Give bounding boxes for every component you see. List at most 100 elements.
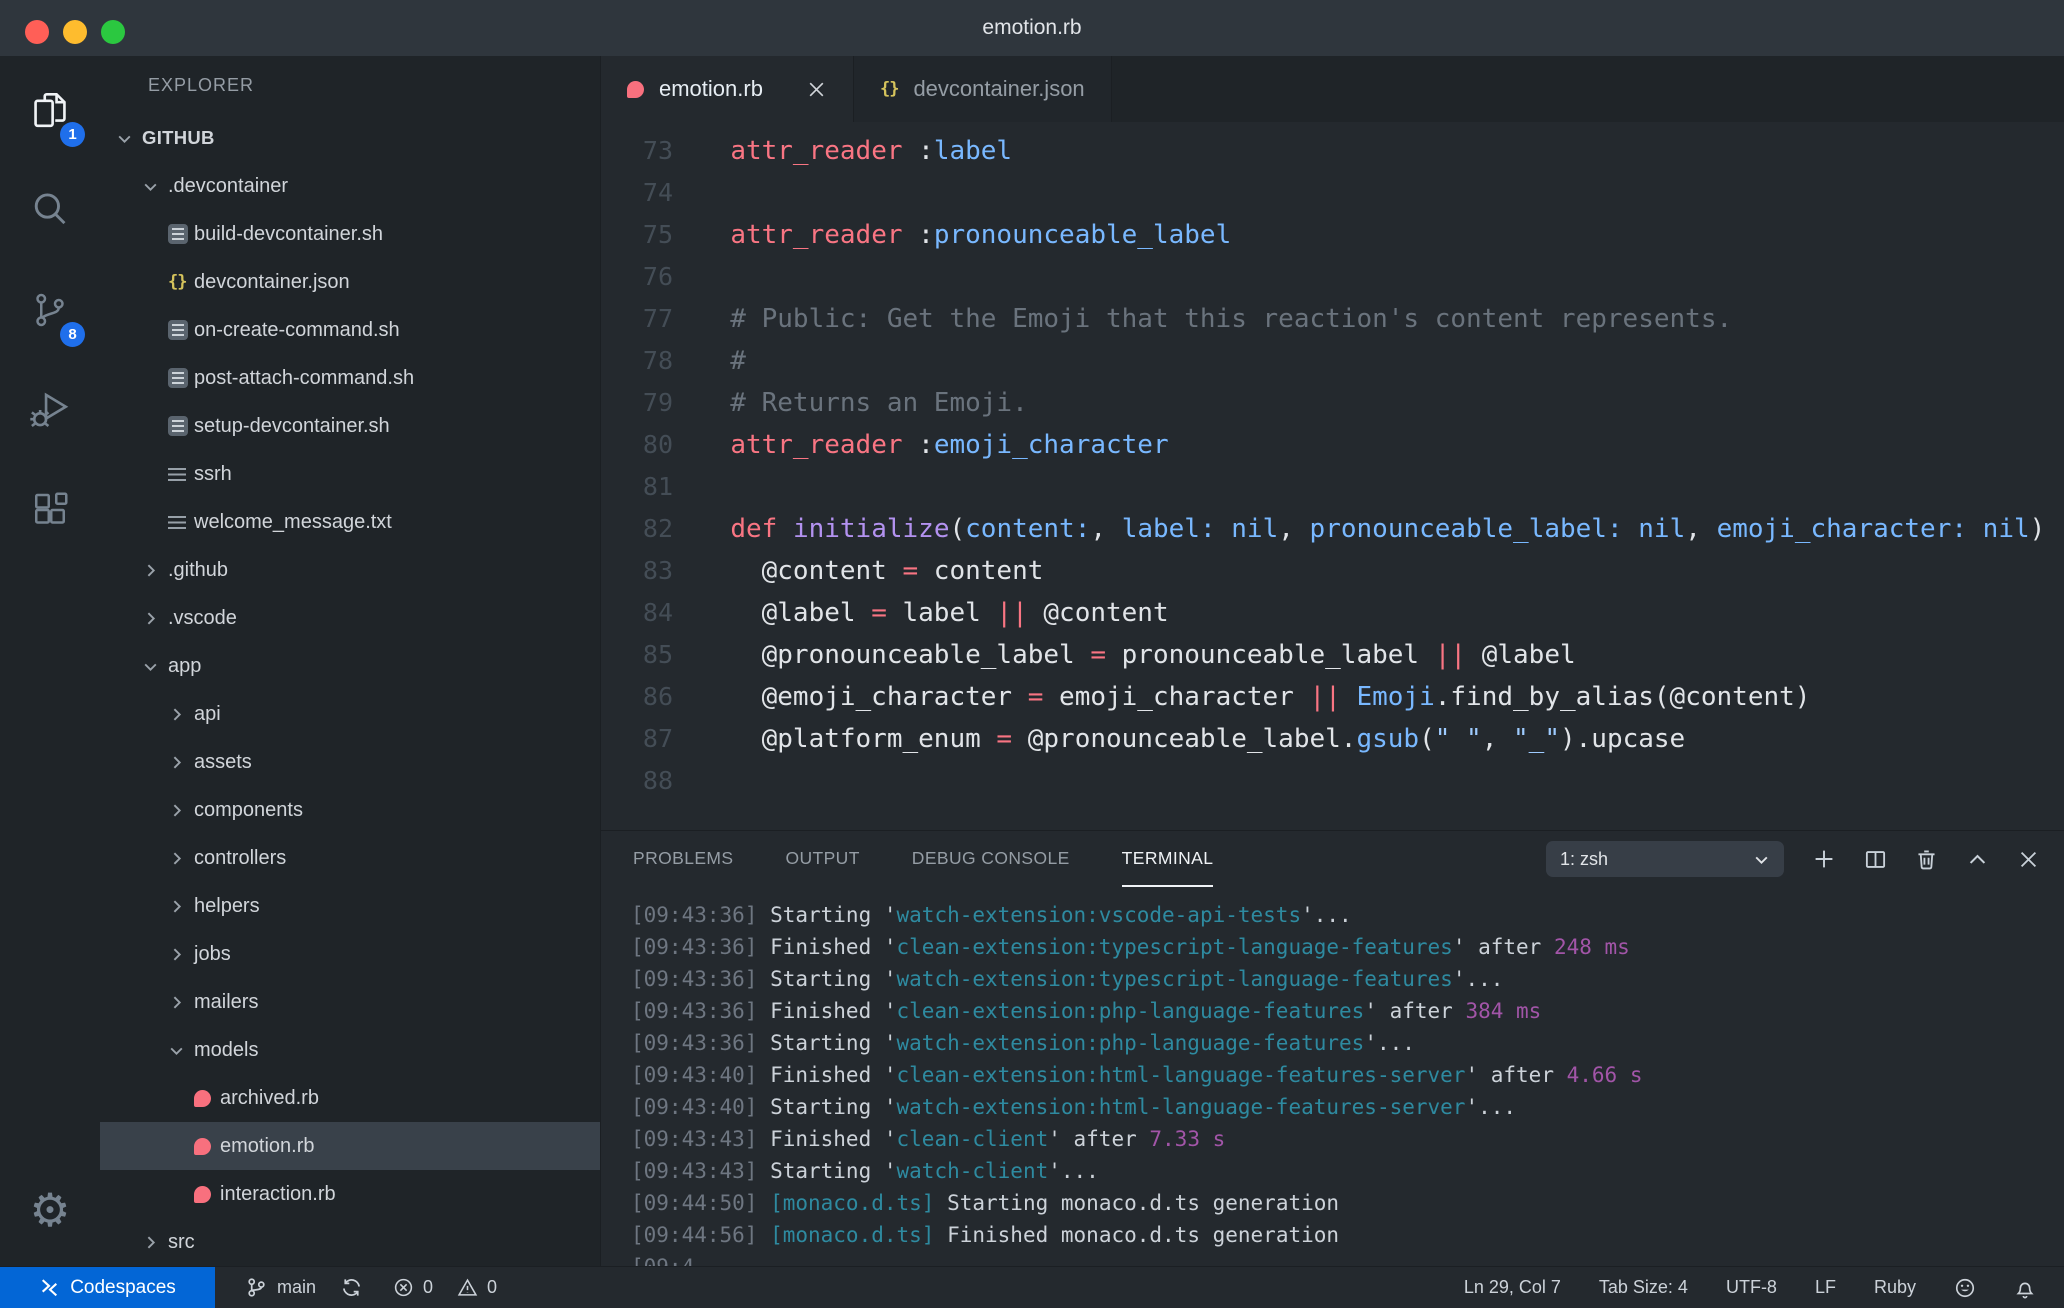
tree-item-welcome_message.txt[interactable]: welcome_message.txt [100, 498, 600, 546]
tree-item-on-create-command.sh[interactable]: on-create-command.sh [100, 306, 600, 354]
code-line: 75 attr_reader :pronounceable_label [601, 214, 2064, 256]
tree-item-label: archived.rb [220, 1086, 319, 1109]
tree-item-interaction.rb[interactable]: interaction.rb [100, 1170, 600, 1218]
status-eol[interactable]: LF [1815, 1277, 1836, 1298]
code-text: # Public: Get the Emoji that this reacti… [699, 304, 1733, 334]
status-tab-size[interactable]: Tab Size: 4 [1599, 1277, 1688, 1298]
tree-item-archived.rb[interactable]: archived.rb [100, 1074, 600, 1122]
tree-item-assets[interactable]: assets [100, 738, 600, 786]
tree-item-jobs[interactable]: jobs [100, 930, 600, 978]
tree-item-emotion.rb[interactable]: emotion.rb [100, 1122, 600, 1170]
maximize-panel-button[interactable] [1966, 848, 1989, 871]
tree-item-ssrh[interactable]: ssrh [100, 450, 600, 498]
tree-item-label: models [194, 1038, 259, 1061]
line-number: 78 [642, 346, 673, 375]
tree-item-components[interactable]: components [100, 786, 600, 834]
chevron-down-icon [142, 658, 168, 675]
settings-icon: ⚙ [29, 1183, 71, 1237]
new-terminal-button[interactable] [1812, 847, 1836, 871]
tree-item-.vscode[interactable]: .vscode [100, 594, 600, 642]
tree-item-controllers[interactable]: controllers [100, 834, 600, 882]
notifications-bell-icon[interactable] [2014, 1277, 2036, 1299]
terminal-line: [09:44:56] [monaco.d.ts] Finished monaco… [631, 1223, 1340, 1247]
code-line: 78 # [601, 340, 2064, 382]
window-controls [25, 20, 125, 44]
tree-item-devcontainer.json[interactable]: {} devcontainer.json [100, 258, 600, 306]
tab-label: emotion.rb [659, 76, 763, 101]
terminal-line: [09:43:36] Finished 'clean-extension:php… [631, 999, 1542, 1023]
code-line: 74 [601, 172, 2064, 214]
tree-item-app[interactable]: app [100, 642, 600, 690]
line-number: 87 [642, 724, 673, 753]
tree-item-label: GITHUB [142, 127, 215, 148]
code-line: 84 @label = label || @content [601, 592, 2064, 634]
remote-icon [39, 1277, 60, 1298]
tree-item-models[interactable]: models [100, 1026, 600, 1074]
git-branch-icon [245, 1276, 268, 1299]
line-number: 82 [642, 514, 673, 543]
activity-bar: 1 8 ⚙ [0, 56, 100, 1266]
zoom-window-button[interactable] [101, 20, 125, 44]
activity-search[interactable] [0, 162, 100, 262]
activity-extensions[interactable] [0, 462, 100, 562]
tree-item-label: assets [194, 750, 252, 773]
line-number: 73 [642, 136, 673, 165]
tree-item-api[interactable]: api [100, 690, 600, 738]
tree-item-label: .vscode [168, 606, 237, 629]
terminal-line: [09:4 [631, 1251, 2064, 1266]
branch-indicator[interactable]: main [245, 1276, 363, 1299]
error-icon [393, 1277, 414, 1298]
code-text: @pronounceable_label = pronounceable_lab… [699, 640, 1576, 670]
tree-item-setup-devcontainer.sh[interactable]: setup-devcontainer.sh [100, 402, 600, 450]
panel-tab-debug-console[interactable]: DEBUG CONSOLE [912, 831, 1070, 887]
activity-settings[interactable]: ⚙ [0, 1160, 100, 1260]
problems-indicator[interactable]: 0 0 [393, 1277, 497, 1298]
code-line: 80 attr_reader :emoji_character [601, 424, 2064, 466]
activity-explorer[interactable]: 1 [0, 62, 100, 162]
chevron-right-icon [142, 1234, 168, 1251]
close-window-button[interactable] [25, 20, 49, 44]
tree-item-label: .github [168, 558, 229, 581]
tab-devcontainer.json[interactable]: {} devcontainer.json [853, 56, 1112, 122]
terminal-picker[interactable]: 1: zsh [1546, 841, 1784, 877]
tree-item-github[interactable]: GITHUB [100, 114, 600, 162]
tree-item-src[interactable]: src [100, 1218, 600, 1266]
status-cursor-position[interactable]: Ln 29, Col 7 [1464, 1277, 1561, 1298]
explorer-sidebar: EXPLORER GITHUB .devcontainer build-devcon… [100, 56, 600, 1266]
tab-emotion.rb[interactable]: emotion.rb [601, 56, 854, 122]
panel-tab-terminal[interactable]: TERMINAL [1121, 831, 1214, 887]
panel-tab-output[interactable]: OUTPUT [785, 831, 859, 887]
panel-tab-problems[interactable]: PROBLEMS [633, 831, 733, 887]
chevron-right-icon [168, 850, 194, 867]
status-language-mode[interactable]: Ruby [1874, 1277, 1916, 1298]
terminal-output[interactable]: [09:43:36] Starting 'watch-extension:vsc… [601, 887, 2064, 1266]
code-line: 88 [601, 760, 2064, 802]
code-text: # [699, 346, 746, 376]
tree-item-.github[interactable]: .github [100, 546, 600, 594]
code-line: 87 @platform_enum = @pronounceable_label… [601, 718, 2064, 760]
tree-item-helpers[interactable]: helpers [100, 882, 600, 930]
activity-source-control[interactable]: 8 [0, 262, 100, 362]
close-panel-button[interactable] [2017, 848, 2040, 871]
chevron-right-icon [168, 754, 194, 771]
close-icon[interactable] [806, 79, 827, 100]
tree-item-build-devcontainer.sh[interactable]: build-devcontainer.sh [100, 210, 600, 258]
minimize-window-button[interactable] [63, 20, 87, 44]
shell-file-icon [168, 224, 194, 244]
tree-item-.devcontainer[interactable]: .devcontainer [100, 162, 600, 210]
tree-item-post-attach-command.sh[interactable]: post-attach-command.sh [100, 354, 600, 402]
code-text: # Returns an Emoji. [699, 388, 1028, 418]
split-terminal-button[interactable] [1864, 848, 1887, 871]
status-encoding[interactable]: UTF-8 [1726, 1277, 1777, 1298]
chevron-right-icon [168, 946, 194, 963]
kill-terminal-button[interactable] [1915, 848, 1938, 871]
vscode-window: emotion.rb 1 8 ⚙ EXPLORER GITHUB .devcontai… [0, 0, 2064, 1308]
code-editor[interactable]: 73 attr_reader :label 74 75 attr_reader :p… [601, 122, 2064, 830]
tree-item-mailers[interactable]: mailers [100, 978, 600, 1026]
tree-item-label: devcontainer.json [194, 270, 350, 293]
terminal-picker-value: 1: zsh [1560, 848, 1609, 869]
feedback-smiley-icon[interactable] [1954, 1277, 1976, 1299]
text-file-icon [168, 467, 194, 481]
codespaces-remote-button[interactable]: Codespaces [0, 1267, 215, 1308]
activity-run-debug[interactable] [0, 362, 100, 462]
